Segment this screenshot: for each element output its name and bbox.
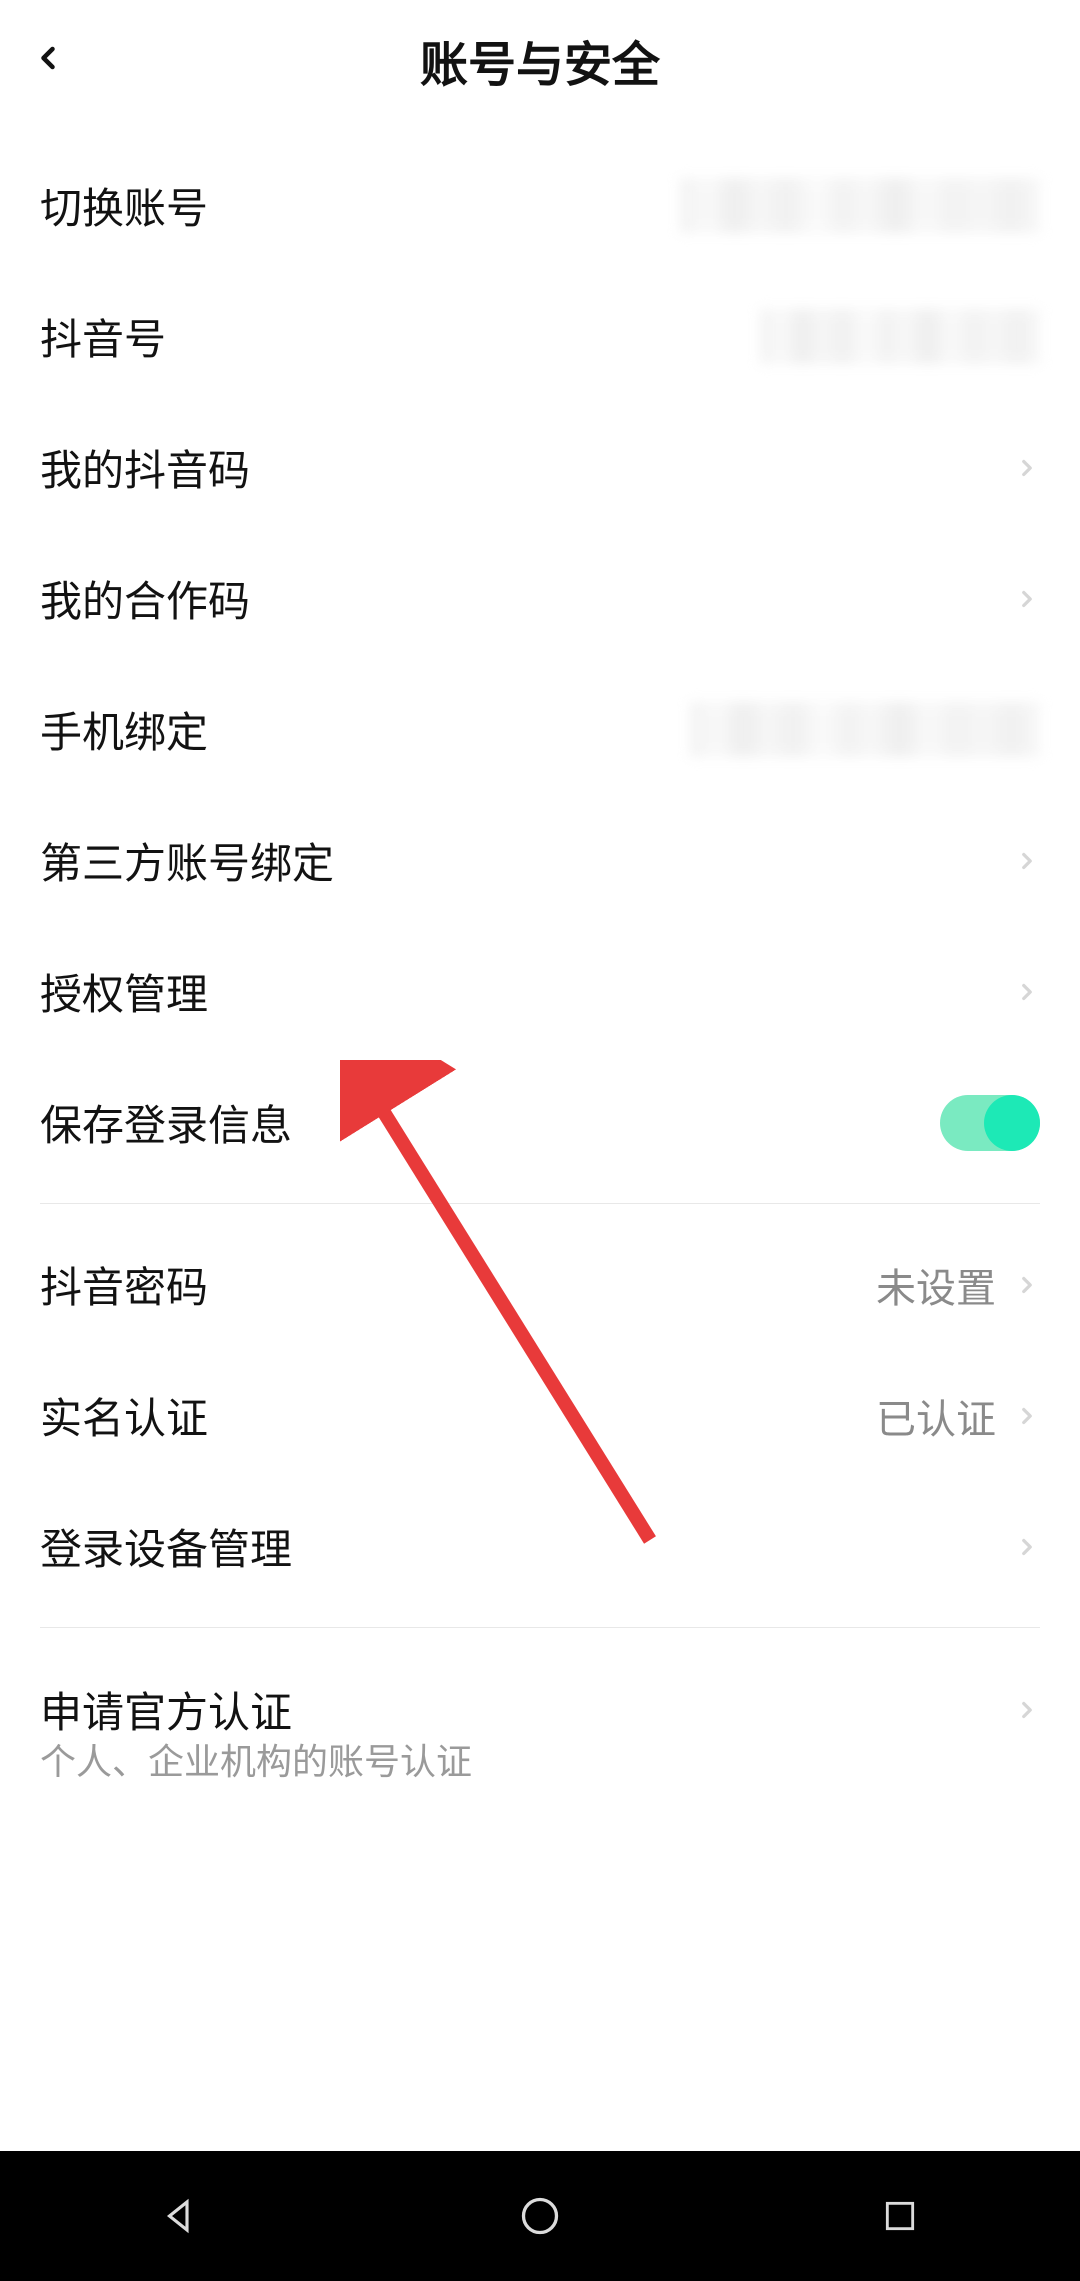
phone-binding-item[interactable]: 手机绑定: [0, 664, 1080, 795]
third-party-binding-item[interactable]: 第三方账号绑定: [0, 795, 1080, 926]
realname-item[interactable]: 实名认证 已认证: [0, 1350, 1080, 1481]
official-cert-subtitle: 个人、企业机构的账号认证: [0, 1733, 1080, 1785]
nav-back-button[interactable]: [150, 2186, 210, 2246]
douyin-id-item[interactable]: 抖音号: [0, 271, 1080, 402]
item-label: 我的合作码: [40, 568, 250, 629]
item-label: 手机绑定: [40, 699, 208, 760]
chevron-right-icon: [1014, 1403, 1040, 1429]
divider: [40, 1203, 1040, 1204]
square-recent-icon: [881, 2197, 919, 2235]
item-label: 保存登录信息: [40, 1092, 292, 1153]
chevron-right-icon: [1014, 1272, 1040, 1298]
chevron-right-icon: [1014, 586, 1040, 612]
item-label: 申请官方认证: [40, 1679, 292, 1740]
page-title: 账号与安全: [30, 25, 1050, 95]
system-nav-bar: [0, 2151, 1080, 2281]
redacted-value: [680, 178, 1040, 233]
nav-home-button[interactable]: [510, 2186, 570, 2246]
item-label: 抖音号: [40, 306, 166, 367]
password-item[interactable]: 抖音密码 未设置: [0, 1219, 1080, 1350]
item-label: 授权管理: [40, 961, 208, 1022]
redacted-value: [690, 702, 1040, 757]
nav-recent-button[interactable]: [870, 2186, 930, 2246]
item-label: 第三方账号绑定: [40, 830, 334, 891]
chevron-right-icon: [1014, 455, 1040, 481]
auth-management-item[interactable]: 授权管理: [0, 926, 1080, 1057]
save-login-toggle[interactable]: [940, 1095, 1040, 1151]
chevron-right-icon: [1014, 979, 1040, 1005]
my-qr-item[interactable]: 我的抖音码: [0, 402, 1080, 533]
redacted-value: [760, 309, 1040, 364]
switch-account-item[interactable]: 切换账号: [0, 140, 1080, 271]
item-label: 登录设备管理: [40, 1516, 292, 1577]
item-label: 切换账号: [40, 175, 208, 236]
chevron-right-icon: [1014, 848, 1040, 874]
chevron-right-icon: [1014, 1697, 1040, 1723]
my-partner-code-item[interactable]: 我的合作码: [0, 533, 1080, 664]
item-value: 未设置: [208, 1256, 996, 1314]
back-button[interactable]: [30, 40, 66, 81]
item-label: 抖音密码: [40, 1254, 208, 1315]
item-value: 已认证: [208, 1387, 996, 1445]
save-login-info-item: 保存登录信息: [0, 1057, 1080, 1188]
chevron-right-icon: [1014, 1534, 1040, 1560]
item-label: 实名认证: [40, 1385, 208, 1446]
circle-home-icon: [518, 2194, 562, 2238]
divider: [40, 1627, 1040, 1628]
triangle-back-icon: [159, 2195, 201, 2237]
toggle-knob: [984, 1095, 1040, 1151]
item-label: 我的抖音码: [40, 437, 250, 498]
chevron-left-icon: [30, 40, 66, 76]
device-management-item[interactable]: 登录设备管理: [0, 1481, 1080, 1612]
